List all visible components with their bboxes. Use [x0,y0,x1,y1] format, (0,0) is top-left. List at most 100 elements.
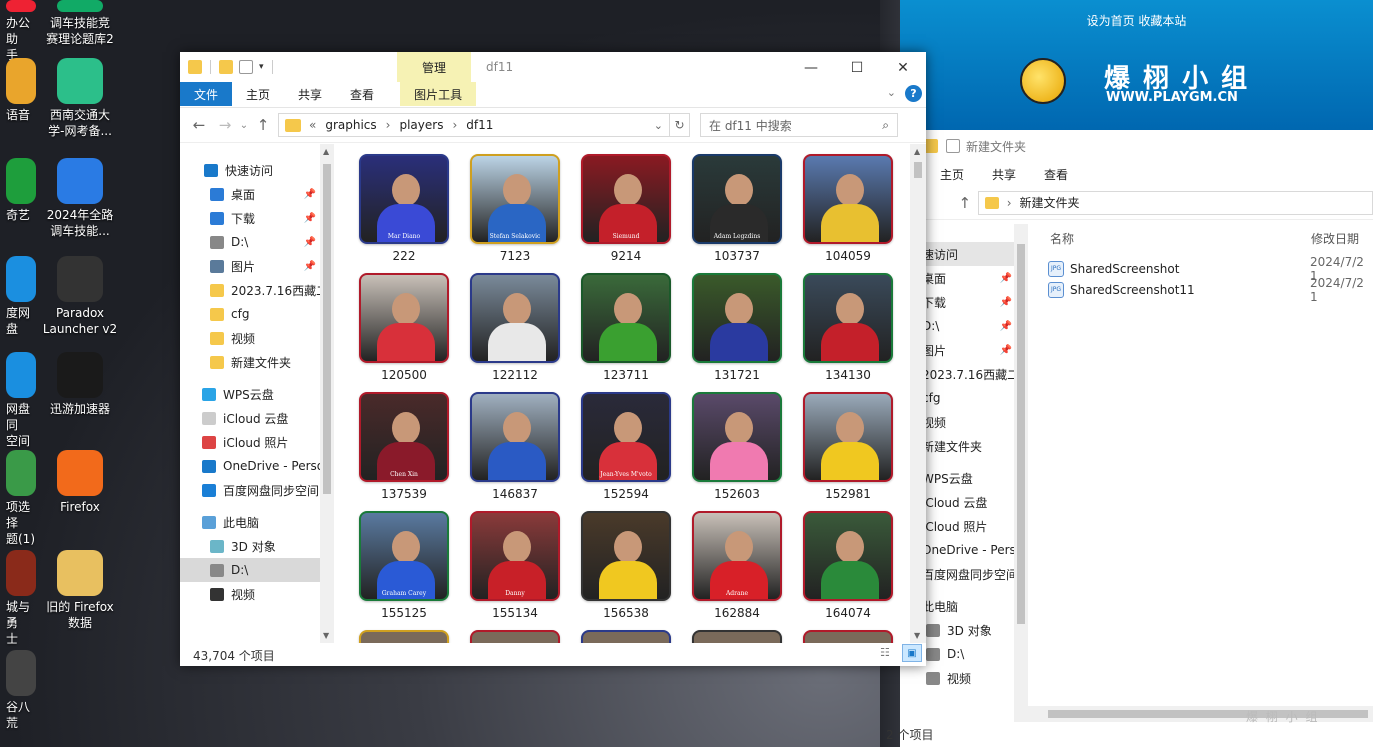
desktop-icon[interactable]: Paradox Launcher v2 [40,256,120,337]
nav-item[interactable]: 快速访问 [916,242,1014,266]
desktop-icon[interactable]: 奇艺 [0,158,40,223]
desktop-icon[interactable]: 语音 [0,58,40,123]
desktop-icon[interactable]: 城与勇 士 [0,550,40,647]
ribbon-tab[interactable]: 共享 [978,162,1030,186]
maximize-icon[interactable]: ☐ [834,52,880,84]
pin-icon[interactable]: 📌 [304,189,316,200]
desktop-icon[interactable]: Firefox [40,450,120,515]
nav-item[interactable]: D:\ [916,642,1014,666]
search-box[interactable]: 在 df11 中搜索 ⌕ [700,113,898,137]
breadcrumb-separator[interactable]: « [309,118,316,132]
file-item[interactable]: 156538 [580,511,672,620]
nav-item[interactable]: 快速访问 [180,158,320,182]
nav-item[interactable]: 3D 对象 [180,534,320,558]
breadcrumb-separator[interactable]: › [386,118,391,132]
ribbon-tab[interactable]: 主页 [232,82,284,106]
nav-item[interactable]: 新建文件夹 [916,434,1014,458]
nav-item[interactable]: D:\ 📌 [180,230,320,254]
nav-item[interactable]: 新建文件夹 [180,350,320,374]
forward-arrow-icon[interactable]: → [212,116,238,134]
nav-item[interactable]: 视频 [180,326,320,350]
pin-icon[interactable]: 📌 [304,213,316,224]
desktop-icon[interactable]: 办公助 手 [0,0,40,63]
large-icons-view-icon[interactable]: ▣ [902,644,922,662]
nav-item[interactable]: 下载 📌 [180,206,320,230]
nav-item[interactable]: iCloud 照片 [180,430,320,454]
file-item[interactable] [802,630,894,643]
desktop-icon[interactable]: 迅游加速器 [40,352,120,417]
nav-item[interactable]: iCloud 云盘 [180,406,320,430]
desktop-icon[interactable]: 旧的 Firefox 数据 [40,550,120,631]
nav-item[interactable]: 下载 📌 [916,290,1014,314]
ribbon-tab[interactable]: 共享 [284,82,336,106]
desktop-icon[interactable]: 调车技能竞 赛理论题库2 [40,0,120,47]
nav-item[interactable]: iCloud 照片 [916,514,1014,538]
nav-scrollbar[interactable]: ▲ ▼ [320,144,334,643]
breadcrumb-item[interactable]: df11 [466,118,493,132]
file-item[interactable]: Adam Legzdins 103737 [691,154,783,263]
pin-icon[interactable]: 📌 [1000,273,1012,284]
ribbon-tab[interactable]: 图片工具 [400,82,477,106]
ribbon-context-tab[interactable]: 管理 [397,52,471,82]
pin-icon[interactable]: 📌 [304,237,316,248]
ribbon-tab[interactable]: 文件 [180,82,233,106]
file-item[interactable]: 152603 [691,392,783,501]
file-item[interactable]: Adrane 162884 [691,511,783,620]
file-item[interactable]: 134130 [802,273,894,382]
column-name[interactable]: 名称 [1050,230,1074,247]
nav-item[interactable]: 视频 [916,666,1014,690]
address-bar[interactable]: « graphics › players › df11 ⌄ [278,113,670,137]
nav-item[interactable]: 此电脑 [180,510,320,534]
file-row[interactable]: JPG SharedScreenshot11 2024/7/2 1 [1048,276,1373,304]
breadcrumb-item[interactable]: graphics [325,118,376,132]
ribbon-tab[interactable]: 主页 [926,162,978,186]
properties-icon[interactable] [946,139,960,153]
breadcrumb-folder[interactable]: 新建文件夹 [1020,194,1080,211]
column-date[interactable]: 修改日期 [1311,230,1359,247]
file-item[interactable]: Mar Diano 222 [358,154,450,263]
nav-item[interactable]: WPS云盘 [916,466,1014,490]
refresh-icon[interactable]: ↻ [670,113,690,137]
back-arrow-icon[interactable]: ← [186,116,212,134]
file-item[interactable]: 146837 [469,392,561,501]
nav-item[interactable]: 百度网盘同步空间 [180,478,320,502]
file-item[interactable]: 131721 [691,273,783,382]
file-item[interactable]: Stefan Selakovic 7123 [469,154,561,263]
nav-item[interactable]: cfg [180,302,320,326]
up-arrow-icon[interactable]: ↑ [952,194,978,212]
file-item[interactable]: 120500 [358,273,450,382]
nav-item[interactable]: cfg [916,386,1014,410]
desktop-icon[interactable]: 网盘同 空间 [0,352,40,449]
ribbon-tab[interactable]: 查看 [1030,162,1082,186]
pin-icon[interactable]: 📌 [1000,321,1012,332]
properties-icon[interactable] [239,60,253,74]
content-scrollbar[interactable]: ▲ ▼ [910,144,926,643]
file-item[interactable] [580,630,672,643]
nav-item[interactable]: 此电脑 [916,594,1014,618]
chevron-down-icon[interactable]: ▾ [259,62,264,72]
nav-scrollbar[interactable] [1014,224,1028,722]
pin-icon[interactable]: 📌 [304,261,316,272]
nav-item[interactable]: WPS云盘 [180,382,320,406]
ribbon-tab[interactable]: 查看 [336,82,388,106]
desktop-icon[interactable]: 项选择 题(1) [0,450,40,547]
nav-item[interactable]: OneDrive - Perso [916,538,1014,562]
nav-item[interactable]: 百度网盘同步空间 [916,562,1014,586]
address-bar[interactable]: › 新建文件夹 [977,190,1373,215]
file-item[interactable]: 104059 [802,154,894,263]
up-arrow-icon[interactable]: ↑ [250,116,276,134]
horizontal-scrollbar[interactable] [1028,706,1373,722]
new-folder-icon[interactable] [219,60,233,74]
help-icon[interactable]: ? [905,85,922,102]
breadcrumb-separator[interactable]: › [452,118,457,132]
recent-dropdown-icon[interactable]: ⌄ [238,120,250,131]
nav-item[interactable]: OneDrive - Perso [180,454,320,478]
desktop-icon[interactable]: 度网盘 [0,256,40,337]
nav-item[interactable]: 视频 [916,410,1014,434]
nav-item[interactable]: D:\ [180,558,320,582]
address-dropdown-icon[interactable]: ⌄ [654,119,663,132]
nav-item[interactable]: D:\ 📌 [916,314,1014,338]
file-item[interactable] [469,630,561,643]
nav-item[interactable]: 视频 [180,582,320,606]
file-item[interactable]: Graham Carey 155125 [358,511,450,620]
